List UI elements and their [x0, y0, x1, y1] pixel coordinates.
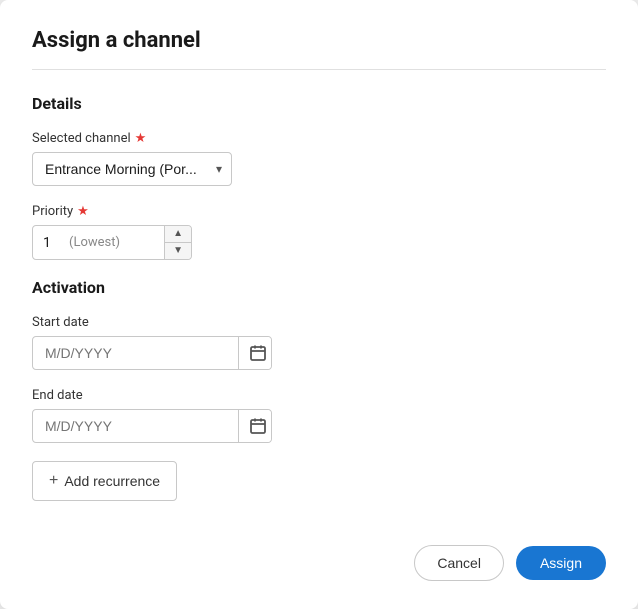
channel-select-wrapper: Entrance Morning (Por... ▾: [32, 152, 232, 186]
required-star-channel: ★: [135, 131, 147, 146]
add-recurrence-button[interactable]: + Add recurrence: [32, 461, 177, 501]
start-date-label: Start date: [32, 315, 606, 330]
calendar-icon: [249, 417, 267, 435]
priority-control: 1 (Lowest) ▲ ▼: [32, 225, 192, 260]
modal-footer: Cancel Assign: [0, 525, 638, 609]
activation-section: Activation Start date En: [32, 278, 606, 501]
end-date-field: End date: [32, 388, 606, 443]
modal-title: Assign a channel: [32, 28, 606, 53]
assign-channel-modal: Assign a channel Details Selected channe…: [0, 0, 638, 609]
activation-section-title: Activation: [32, 278, 606, 297]
priority-value: 1: [33, 229, 61, 257]
start-date-field: Start date: [32, 315, 606, 370]
priority-spinners: ▲ ▼: [164, 226, 191, 259]
required-star-priority: ★: [77, 204, 89, 219]
end-date-calendar-button[interactable]: [238, 410, 272, 442]
details-section-title: Details: [32, 94, 606, 113]
start-date-wrapper: [32, 336, 272, 370]
start-date-input[interactable]: [33, 337, 238, 369]
end-date-wrapper: [32, 409, 272, 443]
channel-select[interactable]: Entrance Morning (Por...: [32, 152, 232, 186]
priority-label: Priority ★: [32, 204, 606, 219]
calendar-icon: [249, 344, 267, 362]
start-date-calendar-button[interactable]: [238, 337, 272, 369]
plus-icon: +: [49, 472, 58, 490]
end-date-label: End date: [32, 388, 606, 403]
selected-channel-field: Selected channel ★ Entrance Morning (Por…: [32, 131, 606, 186]
assign-button[interactable]: Assign: [516, 546, 606, 580]
priority-down-button[interactable]: ▼: [165, 243, 191, 259]
add-recurrence-label: Add recurrence: [64, 473, 160, 489]
selected-channel-label: Selected channel ★: [32, 131, 606, 146]
priority-up-button[interactable]: ▲: [165, 226, 191, 243]
end-date-input[interactable]: [33, 410, 238, 442]
cancel-button[interactable]: Cancel: [414, 545, 504, 581]
modal-body: Details Selected channel ★ Entrance Morn…: [0, 70, 638, 525]
modal-header: Assign a channel: [0, 0, 638, 69]
priority-field: Priority ★ 1 (Lowest) ▲ ▼: [32, 204, 606, 260]
priority-hint: (Lowest): [61, 229, 164, 256]
